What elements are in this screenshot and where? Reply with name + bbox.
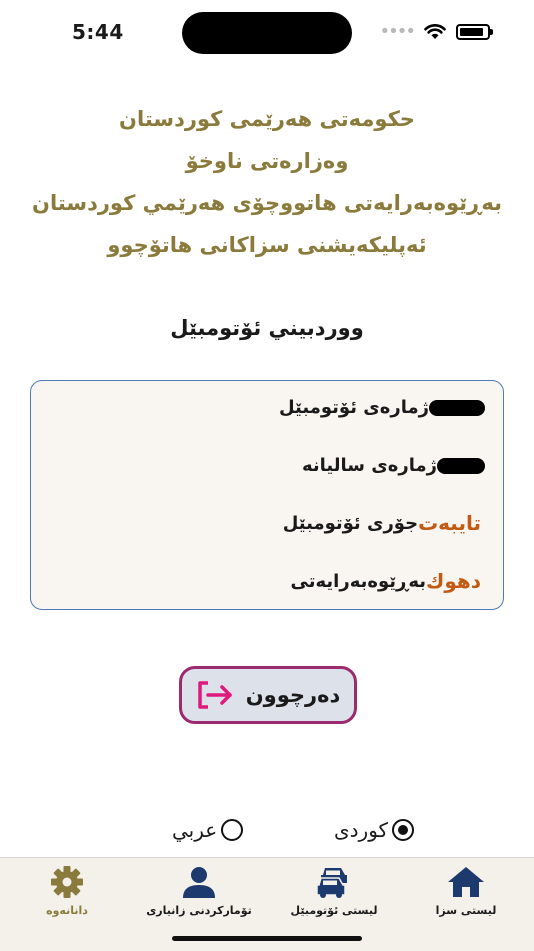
header-line-directorate: بەڕێوەبەرایەتی هاتووچۆی هەرێمي کوردستان bbox=[32, 191, 502, 215]
tab-fines-list[interactable]: لیستی سزا bbox=[406, 864, 526, 917]
battery-fill bbox=[460, 28, 484, 36]
status-icons: •••• bbox=[379, 21, 493, 42]
dynamic-island bbox=[182, 12, 352, 54]
language-option-kurdish[interactable]: کوردی bbox=[334, 818, 415, 842]
serial-redaction bbox=[437, 457, 485, 474]
tab-settings[interactable]: دانانەوە bbox=[7, 864, 127, 917]
tab-register-info[interactable]: تۆمارکردنی زانیاری bbox=[139, 864, 259, 917]
page-title: ووردبيني ئۆتومبێل bbox=[170, 316, 364, 340]
logout-icon bbox=[197, 681, 232, 709]
directorate-label: بەڕێوەبەرایەتی bbox=[290, 570, 426, 592]
type-row: جۆری ئۆتومبێل تایبەت bbox=[283, 511, 495, 535]
gear-icon bbox=[51, 866, 83, 898]
home-icon bbox=[448, 867, 484, 897]
cars-icon bbox=[316, 868, 347, 898]
plate-label: ژمارەی ئۆتومبێل bbox=[278, 397, 429, 418]
status-time: 5:44 bbox=[72, 20, 124, 44]
signal-icon: •••• bbox=[379, 21, 416, 42]
home-indicator[interactable] bbox=[172, 936, 362, 941]
header-line-government: حکومەتی هەرێمی کوردستان bbox=[119, 107, 415, 131]
exit-button[interactable]: دەرچوون bbox=[179, 666, 357, 724]
language-option-arabic[interactable]: عربي bbox=[172, 818, 244, 842]
header-line-app: ئەپلیکەیشنی سزاکانی هاتۆچوو bbox=[107, 233, 427, 257]
directorate-value: دهوك bbox=[426, 569, 481, 593]
vehicle-info-card: ژمارەی ئۆتومبێل ژمارەی سالیانە جۆری ئۆتو… bbox=[30, 380, 504, 610]
tab-label-vehicles: لیستی ئۆتومبێل bbox=[290, 904, 378, 917]
type-value: تایبەت bbox=[418, 511, 481, 535]
status-bar: 5:44 •••• bbox=[0, 0, 534, 62]
exit-label: دەرچوون bbox=[245, 683, 341, 707]
tab-vehicle-list[interactable]: لیستی ئۆتومبێل bbox=[274, 864, 394, 917]
radio-arabic[interactable] bbox=[221, 819, 244, 841]
ministry-header: حکومەتی هەرێمی کوردستان وەزارەتی ناوخۆ ب… bbox=[0, 98, 534, 266]
tab-label-register: تۆمارکردنی زانیاری bbox=[146, 904, 252, 917]
language-label-arabic: عربي bbox=[172, 818, 218, 842]
plate-redaction bbox=[429, 399, 485, 416]
serial-row: ژمارەی سالیانە bbox=[302, 455, 495, 476]
radio-kurdish[interactable] bbox=[392, 819, 415, 841]
directorate-row: بەڕێوەبەرایەتی دهوك bbox=[291, 569, 495, 593]
tab-label-settings: دانانەوە bbox=[46, 904, 88, 917]
serial-label: ژمارەی سالیانە bbox=[301, 455, 437, 476]
battery-icon bbox=[456, 24, 493, 40]
tab-label-fines: لیستی سزا bbox=[435, 904, 497, 917]
header-line-ministry: وەزارەتی ناوخۆ bbox=[185, 149, 349, 173]
language-label-kurdish: کوردی bbox=[334, 818, 389, 842]
user-icon bbox=[183, 867, 215, 898]
plate-row: ژمارەی ئۆتومبێل bbox=[279, 397, 495, 418]
type-label: جۆری ئۆتومبێل bbox=[282, 512, 419, 534]
wifi-icon bbox=[424, 24, 446, 39]
